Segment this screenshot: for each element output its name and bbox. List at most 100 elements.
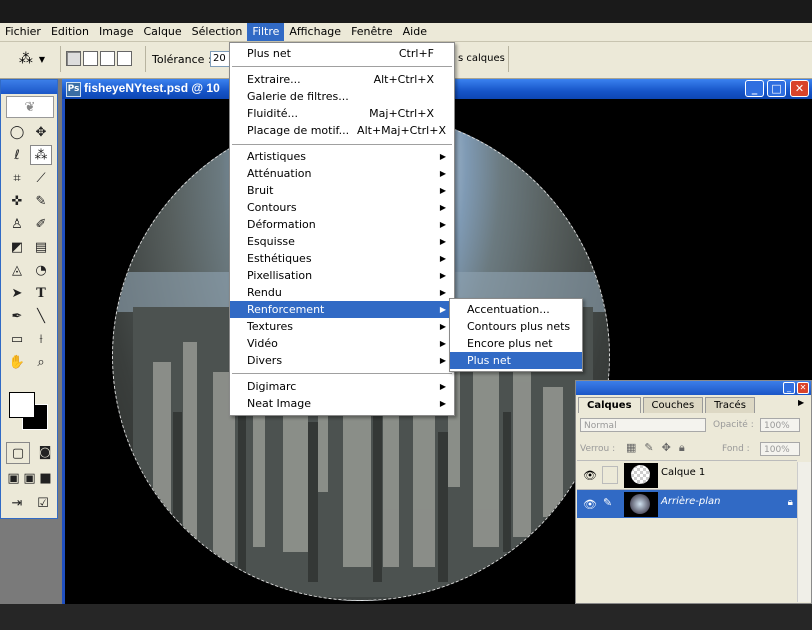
eraser-tool-icon[interactable]: ◩ [6,237,28,257]
lock-paint-icon[interactable]: ✎ [644,441,653,455]
quick-mask-icon[interactable]: ◙ [34,442,56,462]
tool-preset-picker[interactable]: ⁂ ▼ [8,48,56,70]
menu-item-deformation[interactable]: Déformation ▶ [230,216,454,233]
subtract-selection-icon[interactable] [100,51,115,66]
menu-item-bruit[interactable]: Bruit ▶ [230,182,454,199]
brush-tool-icon[interactable]: ✎ [30,191,52,211]
marquee-tool-icon[interactable]: ◯ [6,122,28,142]
tab-traces[interactable]: Tracés [705,397,755,413]
blend-mode-select[interactable]: Normal [580,418,706,432]
screen-mode-menu-icon[interactable]: ▣ [22,468,37,488]
new-selection-icon[interactable] [66,51,81,66]
menu-image[interactable]: Image [94,23,138,41]
menu-item-textures[interactable]: Textures ▶ [230,318,454,335]
menu-item-renforcement[interactable]: Renforcement ▶ [230,301,454,318]
opacity-field[interactable]: 100% [760,418,800,432]
fill-field[interactable]: 100% [760,442,800,456]
gradient-tool-icon[interactable]: ▤ [30,237,52,257]
palette-menu-arrow-icon[interactable]: ▶ [798,398,804,407]
blur-tool-icon[interactable]: ◬ [6,260,28,280]
lock-move-icon[interactable]: ✥ [662,441,671,455]
menu-item-attenuation[interactable]: Atténuation ▶ [230,165,454,182]
palette-minimize-button[interactable]: _ [783,382,795,394]
menu-item-label: Esthétiques [247,252,312,265]
screen-mode-standard-icon[interactable]: ▣ [6,468,21,488]
menu-item-placage[interactable]: Placage de motif... Alt+Maj+Ctrl+X [230,122,454,139]
menu-fenetre[interactable]: Fenêtre [346,23,398,41]
brush-icon: ✎ [603,496,613,509]
submenu-arrow-icon: ▶ [439,271,446,280]
jump-to-imageready-icon[interactable]: ⇥ [6,493,28,513]
lock-all-icon[interactable]: 🔒︎ [679,441,685,455]
minimize-button[interactable]: _ [745,80,764,97]
layer-row-calque-1[interactable]: 👁︎ Calque 1 [577,460,797,489]
menu-item-digimarc[interactable]: Digimarc ▶ [230,378,454,395]
menu-calque[interactable]: Calque [138,23,186,41]
lock-transparency-icon[interactable]: ▦ [626,441,636,455]
tab-calques[interactable]: Calques [578,397,641,413]
submenu-item-plus-net[interactable]: Plus net [450,352,582,369]
eyedropper-tool-icon[interactable]: ⟊ [30,329,52,349]
menu-selection[interactable]: Sélection [187,23,248,41]
palette-scrollbar[interactable] [797,462,811,602]
intersect-selection-icon[interactable] [117,51,132,66]
menu-filtre[interactable]: Filtre [247,23,285,41]
menu-item-rendu[interactable]: Rendu ▶ [230,284,454,301]
hand-tool-icon[interactable]: ✋ [6,352,28,372]
eye-icon[interactable]: 👁︎ [583,469,597,482]
menu-item-divers[interactable]: Divers ▶ [230,352,454,369]
submenu-item-accentuation[interactable]: Accentuation... [450,301,582,318]
menu-item-esquisse[interactable]: Esquisse ▶ [230,233,454,250]
menu-item-pixellisation[interactable]: Pixellisation ▶ [230,267,454,284]
edit-in-imageready-icon[interactable]: ☑ [32,493,54,513]
layer-row-arriere-plan[interactable]: 👁︎ ✎ Arrière-plan 🔒︎ [577,489,797,518]
menu-item-contours[interactable]: Contours ▶ [230,199,454,216]
submenu-arrow-icon: ▶ [439,152,446,161]
move-tool-icon[interactable]: ✥ [30,122,52,142]
layers-palette-title-bar[interactable] [576,381,811,395]
screen-mode-full-icon[interactable]: ■ [38,468,53,488]
notes-tool-icon[interactable]: ▭ [6,329,28,349]
link-slot[interactable] [602,466,618,484]
menu-item-neat-image[interactable]: Neat Image ▶ [230,395,454,412]
menu-item-video[interactable]: Vidéo ▶ [230,335,454,352]
type-tool-icon[interactable]: T [30,283,52,303]
lasso-tool-icon[interactable]: ℓ [6,145,28,165]
renforcement-submenu: Accentuation... Contours plus nets Encor… [449,298,583,372]
menu-item-last-filter[interactable]: Plus net Ctrl+F [230,45,454,62]
tab-couches[interactable]: Couches [642,397,704,413]
path-selection-icon[interactable]: ➤ [6,283,28,303]
line-tool-icon[interactable]: ╲ [30,306,52,326]
menu-aide[interactable]: Aide [398,23,432,41]
eye-icon[interactable]: 👁︎ [583,498,597,511]
menu-item-fluidite[interactable]: Fluidité... Maj+Ctrl+X [230,105,454,122]
dodge-tool-icon[interactable]: ◔ [30,260,52,280]
adobe-feather-icon[interactable]: ❦ [6,96,54,118]
menu-item-artistiques[interactable]: Artistiques ▶ [230,148,454,165]
menu-edition[interactable]: Edition [46,23,94,41]
submenu-arrow-icon: ▶ [439,305,446,314]
toolbox-title-bar[interactable] [1,80,57,94]
menu-item-esthetiques[interactable]: Esthétiques ▶ [230,250,454,267]
all-layers-label[interactable]: s calques [458,53,505,64]
submenu-item-encore-plus-net[interactable]: Encore plus net [450,335,582,352]
healing-brush-icon[interactable]: ✜ [6,191,28,211]
foreground-color-swatch[interactable] [9,392,35,418]
submenu-item-contours-plus-nets[interactable]: Contours plus nets [450,318,582,335]
zoom-tool-icon[interactable]: ⌕ [30,352,52,372]
history-brush-icon[interactable]: ✐ [30,214,52,234]
standard-mode-icon[interactable]: ▢ [6,442,30,464]
magic-wand-tool-icon[interactable]: ⁂ [30,145,52,165]
crop-tool-icon[interactable]: ⌗ [6,168,28,188]
menu-fichier[interactable]: Fichier [0,23,46,41]
menu-item-extraire[interactable]: Extraire... Alt+Ctrl+X [230,71,454,88]
pen-tool-icon[interactable]: ✒ [6,306,28,326]
menu-affichage[interactable]: Affichage [284,23,346,41]
close-button[interactable]: ✕ [790,80,809,97]
stamp-tool-icon[interactable]: ♙ [6,214,28,234]
add-selection-icon[interactable] [83,51,98,66]
slice-tool-icon[interactable]: ⟋ [30,168,52,188]
maximize-button[interactable]: □ [767,80,786,97]
palette-close-button[interactable]: ✕ [797,382,809,394]
menu-item-galerie[interactable]: Galerie de filtres... [230,88,454,105]
